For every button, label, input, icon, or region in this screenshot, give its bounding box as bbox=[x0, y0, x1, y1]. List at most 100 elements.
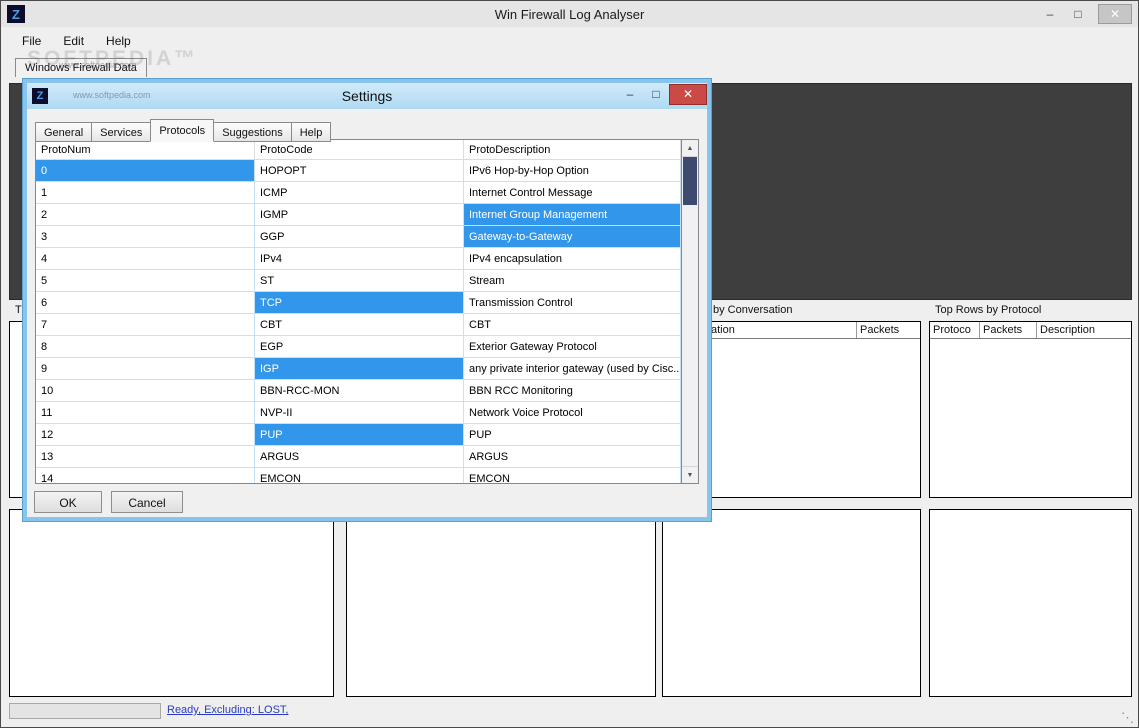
cancel-button[interactable]: Cancel bbox=[111, 491, 183, 513]
column-header-description[interactable]: Description bbox=[1037, 322, 1131, 338]
proto-code-cell[interactable]: ST bbox=[255, 270, 464, 291]
proto-desc-cell[interactable]: IPv6 Hop-by-Hop Option bbox=[464, 160, 681, 181]
proto-code-cell[interactable]: IGMP bbox=[255, 204, 464, 225]
column-header-protodescription[interactable]: ProtoDescription bbox=[464, 140, 681, 159]
proto-desc-cell[interactable]: Network Voice Protocol bbox=[464, 402, 681, 423]
proto-code-cell[interactable]: ICMP bbox=[255, 182, 464, 203]
proto-desc-cell[interactable]: Transmission Control bbox=[464, 292, 681, 313]
resize-grip[interactable]: ⋱ bbox=[1121, 710, 1134, 726]
proto-code-cell[interactable]: EMCON bbox=[255, 468, 464, 483]
proto-num-cell[interactable]: 6 bbox=[36, 292, 255, 313]
proto-num-cell[interactable]: 1 bbox=[36, 182, 255, 203]
table-row[interactable]: 4 IPv4 IPv4 encapsulation bbox=[36, 248, 681, 270]
table-row[interactable]: 2 IGMP Internet Group Management bbox=[36, 204, 681, 226]
proto-desc-cell[interactable]: any private interior gateway (used by Ci… bbox=[464, 358, 681, 379]
proto-code-cell[interactable]: IPv4 bbox=[255, 248, 464, 269]
column-header-protonum[interactable]: ProtoNum bbox=[36, 140, 255, 159]
proto-code-cell[interactable]: GGP bbox=[255, 226, 464, 247]
table-row[interactable]: 13 ARGUS ARGUS bbox=[36, 446, 681, 468]
proto-code-cell[interactable]: CBT bbox=[255, 314, 464, 335]
proto-code-cell[interactable]: PUP bbox=[255, 424, 464, 445]
chart-box-1 bbox=[9, 509, 334, 697]
table-row[interactable]: 6 TCP Transmission Control bbox=[36, 292, 681, 314]
proto-num-cell[interactable]: 4 bbox=[36, 248, 255, 269]
column-header-protocol[interactable]: Protoco bbox=[930, 322, 980, 338]
status-link[interactable]: Ready, Excluding: LOST, bbox=[167, 704, 288, 716]
proto-num-cell[interactable]: 9 bbox=[36, 358, 255, 379]
table-row[interactable]: 14 EMCON EMCON bbox=[36, 468, 681, 483]
proto-desc-cell[interactable]: Gateway-to-Gateway bbox=[464, 226, 681, 247]
status-progress-box bbox=[9, 703, 161, 719]
proto-num-cell[interactable]: 5 bbox=[36, 270, 255, 291]
scroll-down-icon[interactable]: ▼ bbox=[682, 466, 698, 483]
protocols-table: ProtoNum ProtoCode ProtoDescription 0 HOP… bbox=[35, 139, 699, 484]
proto-num-cell[interactable]: 0 bbox=[36, 160, 255, 181]
proto-code-cell[interactable]: IGP bbox=[255, 358, 464, 379]
proto-desc-cell[interactable]: BBN RCC Monitoring bbox=[464, 380, 681, 401]
column-header-packets[interactable]: Packets bbox=[857, 322, 920, 338]
proto-num-cell[interactable]: 12 bbox=[36, 424, 255, 445]
close-button[interactable]: ✕ bbox=[1098, 4, 1132, 24]
table-row[interactable]: 7 CBT CBT bbox=[36, 314, 681, 336]
table-row[interactable]: 12 PUP PUP bbox=[36, 424, 681, 446]
panel-body: Protoco Packets Description bbox=[929, 321, 1132, 498]
tab-general[interactable]: General bbox=[35, 122, 93, 142]
proto-desc-cell[interactable]: IPv4 encapsulation bbox=[464, 248, 681, 269]
proto-desc-cell[interactable]: CBT bbox=[464, 314, 681, 335]
proto-desc-cell[interactable]: EMCON bbox=[464, 468, 681, 483]
proto-num-cell[interactable]: 8 bbox=[36, 336, 255, 357]
table-row[interactable]: 9 IGP any private interior gateway (used b… bbox=[36, 358, 681, 380]
proto-code-cell[interactable]: EGP bbox=[255, 336, 464, 357]
table-row[interactable]: 5 ST Stream bbox=[36, 270, 681, 292]
ok-button[interactable]: OK bbox=[34, 491, 102, 513]
panel-title-text: by Conversation bbox=[713, 304, 793, 316]
settings-tabstrip: General Services Protocols Suggestions H… bbox=[35, 119, 332, 142]
proto-code-cell[interactable]: BBN-RCC-MON bbox=[255, 380, 464, 401]
table-row[interactable]: 10 BBN-RCC-MON BBN RCC Monitoring bbox=[36, 380, 681, 402]
table-row[interactable]: 1 ICMP Internet Control Message bbox=[36, 182, 681, 204]
proto-num-cell[interactable]: 7 bbox=[36, 314, 255, 335]
proto-num-cell[interactable]: 10 bbox=[36, 380, 255, 401]
proto-num-cell[interactable]: 2 bbox=[36, 204, 255, 225]
proto-code-cell[interactable]: ARGUS bbox=[255, 446, 464, 467]
tab-suggestions[interactable]: Suggestions bbox=[213, 122, 292, 142]
proto-desc-cell[interactable]: Internet Control Message bbox=[464, 182, 681, 203]
proto-desc-cell[interactable]: PUP bbox=[464, 424, 681, 445]
proto-num-cell[interactable]: 11 bbox=[36, 402, 255, 423]
tab-services[interactable]: Services bbox=[91, 122, 152, 142]
scrollbar-thumb[interactable] bbox=[683, 157, 697, 205]
dialog-titlebar[interactable]: Z www.softpedia.com Settings – □ ✕ bbox=[27, 83, 707, 109]
minimize-button[interactable]: – bbox=[1036, 4, 1064, 24]
menu-help[interactable]: Help bbox=[95, 30, 142, 52]
dialog-close-button[interactable]: ✕ bbox=[669, 83, 707, 105]
tab-windows-firewall-data[interactable]: Windows Firewall Data bbox=[15, 58, 147, 77]
menu-file[interactable]: File bbox=[11, 30, 52, 52]
proto-desc-cell[interactable]: ARGUS bbox=[464, 446, 681, 467]
proto-desc-cell[interactable]: Exterior Gateway Protocol bbox=[464, 336, 681, 357]
table-row[interactable]: 3 GGP Gateway-to-Gateway bbox=[36, 226, 681, 248]
maximize-button[interactable]: □ bbox=[1064, 4, 1092, 24]
proto-code-cell[interactable]: TCP bbox=[255, 292, 464, 313]
scroll-up-icon[interactable]: ▲ bbox=[682, 140, 698, 157]
dialog-minimize-button[interactable]: – bbox=[617, 87, 643, 101]
menu-edit[interactable]: Edit bbox=[52, 30, 95, 52]
proto-num-cell[interactable]: 13 bbox=[36, 446, 255, 467]
vertical-scrollbar[interactable]: ▲ ▼ bbox=[681, 140, 698, 483]
main-titlebar[interactable]: Z Win Firewall Log Analyser – □ ✕ bbox=[1, 1, 1138, 27]
proto-num-cell[interactable]: 14 bbox=[36, 468, 255, 483]
dialog-maximize-button[interactable]: □ bbox=[643, 87, 669, 101]
proto-desc-cell[interactable]: Stream bbox=[464, 270, 681, 291]
proto-code-cell[interactable]: NVP-II bbox=[255, 402, 464, 423]
proto-num-cell[interactable]: 3 bbox=[36, 226, 255, 247]
table-row[interactable]: 8 EGP Exterior Gateway Protocol bbox=[36, 336, 681, 358]
table-row[interactable]: 0 HOPOPT IPv6 Hop-by-Hop Option bbox=[36, 160, 681, 182]
proto-code-cell[interactable]: HOPOPT bbox=[255, 160, 464, 181]
proto-desc-cell[interactable]: Internet Group Management bbox=[464, 204, 681, 225]
tab-protocols[interactable]: Protocols bbox=[150, 119, 215, 142]
panel-title: Top Rows by Protocol bbox=[935, 304, 1042, 316]
column-header-protocode[interactable]: ProtoCode bbox=[255, 140, 464, 159]
tab-help[interactable]: Help bbox=[290, 122, 332, 142]
list-header: Protoco Packets Description bbox=[930, 322, 1131, 339]
column-header-packets[interactable]: Packets bbox=[980, 322, 1037, 338]
table-row[interactable]: 11 NVP-II Network Voice Protocol bbox=[36, 402, 681, 424]
